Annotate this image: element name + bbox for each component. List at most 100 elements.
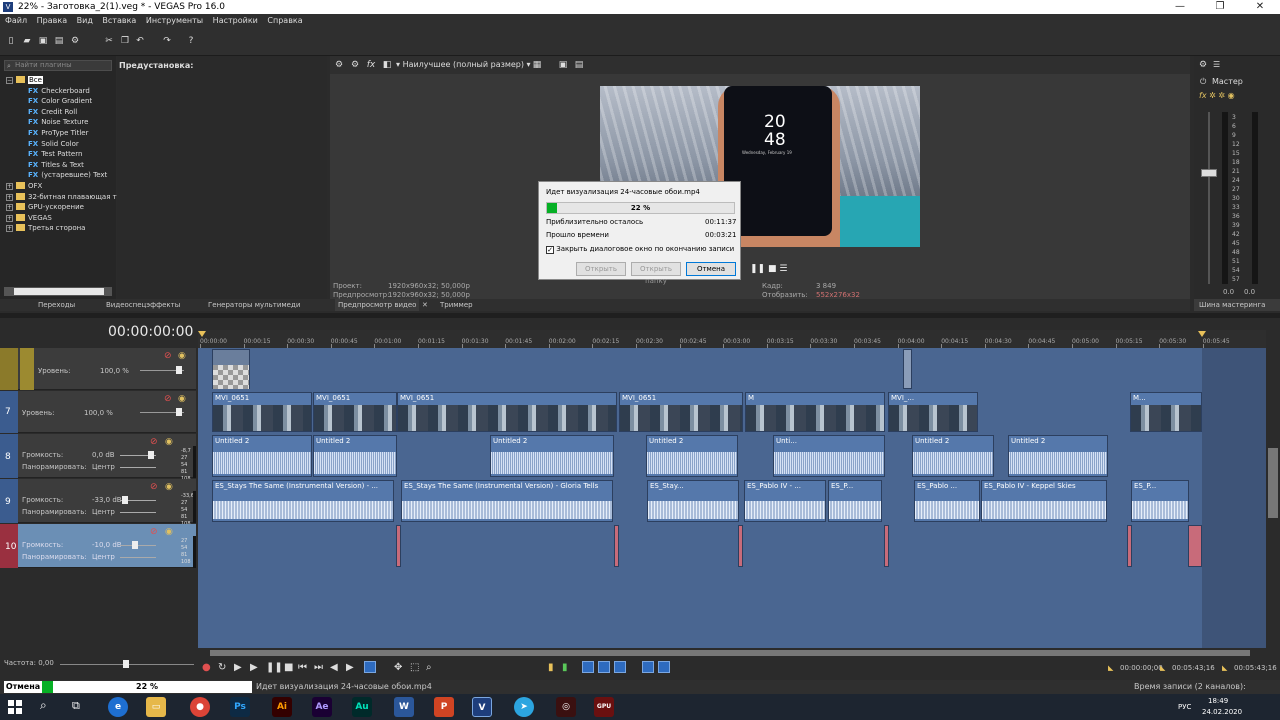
audio-clip[interactable]: Unti... <box>773 435 885 477</box>
plugin-tree-item[interactable]: FX (устаревшее) Text <box>28 170 107 180</box>
plugin-tree-item[interactable]: − Все <box>6 75 43 85</box>
tab-master-bus[interactable]: Шина мастеринга <box>1194 299 1280 311</box>
open-button[interactable]: Открыть <box>576 262 626 276</box>
plugin-tree-item[interactable]: FX Solid Color <box>28 139 79 149</box>
generator-clip-small[interactable] <box>903 349 912 389</box>
plugin-tree-item[interactable]: FX Titles & Text <box>28 160 84 170</box>
audio-clip-fragment[interactable] <box>1127 525 1132 567</box>
audio-clip-fragment[interactable] <box>396 525 401 567</box>
video-fx-icon[interactable]: fx <box>366 60 376 70</box>
go-start-icon[interactable]: ⏮ <box>298 662 307 673</box>
audio-clip-fragment[interactable] <box>738 525 743 567</box>
properties-icon[interactable]: ⚙ <box>70 36 80 46</box>
selection-tool-icon[interactable]: ⬚ <box>410 662 419 673</box>
plugin-tree-item[interactable]: FX Test Pattern <box>28 149 82 159</box>
cancel-button[interactable]: Отмена <box>686 262 736 276</box>
menu-settings[interactable]: Настройки <box>213 16 258 25</box>
track-1-slider-handle[interactable] <box>176 366 182 374</box>
snap-icon[interactable] <box>582 661 594 673</box>
audio-clip-fragment[interactable] <box>884 525 889 567</box>
track-7-mute-icon[interactable]: ⊘ <box>164 394 172 404</box>
plugin-tree-item[interactable]: + VEGAS <box>6 213 52 223</box>
task-view-icon[interactable]: ⧉ <box>72 699 80 713</box>
track-1-mute-icon[interactable]: ⊘ <box>164 351 172 361</box>
menu-insert[interactable]: Вставка <box>102 16 136 25</box>
keyboard-lang[interactable]: РУС <box>1178 703 1191 711</box>
plugin-tree-item[interactable]: + GPU-ускорение <box>6 202 84 212</box>
prev-frame-icon[interactable]: ◀ <box>330 662 338 673</box>
close-on-finish-checkbox-row[interactable]: ✓ Закрыть диалоговое окно по окончанию з… <box>546 244 734 254</box>
track-header-9[interactable]: 9 Громкость: -33,0 dB Панорамировать: Центр ⊘… <box>0 479 196 527</box>
master-fx-icon[interactable]: ☰ <box>1213 60 1220 69</box>
plugin-tree-item[interactable]: +32-битная плавающая т <box>6 192 117 202</box>
crossfade-icon[interactable] <box>642 661 654 673</box>
master-effects-icons[interactable]: fx ✲ ✲ ◉ <box>1199 91 1235 100</box>
tab-trimmer[interactable]: Триммер <box>440 299 473 311</box>
auto-ripple-icon[interactable] <box>598 661 610 673</box>
plugin-tree-item[interactable]: FX ProType Titler <box>28 128 88 138</box>
menu-file[interactable]: Файл <box>5 16 27 25</box>
plugin-tree-item[interactable]: FX Color Gradient <box>28 96 92 106</box>
expand-icon[interactable]: + <box>6 225 13 233</box>
mute-icon[interactable]: ⊘ <box>150 527 158 537</box>
audition-icon[interactable]: Au <box>352 697 372 717</box>
audio-clip[interactable]: Untitled 2 <box>212 435 312 477</box>
envelope-tool-icon[interactable]: ✥ <box>394 662 402 673</box>
copy-snapshot-icon[interactable]: ▣ <box>558 60 568 70</box>
tab-transitions[interactable]: Переходы <box>38 299 75 311</box>
marker-icon[interactable]: ▮ <box>548 662 554 673</box>
play-from-start-icon[interactable]: ▶ <box>234 662 242 673</box>
master-fader-handle[interactable] <box>1201 169 1217 177</box>
lock-envelopes-icon[interactable] <box>614 661 626 673</box>
track-header-10[interactable]: 10 Громкость: -10,0 dB Панорамировать: Центр… <box>0 524 196 568</box>
telegram-icon[interactable]: ➤ <box>514 697 534 717</box>
expand-icon[interactable]: + <box>6 193 13 201</box>
menu-icon[interactable]: ☰ <box>779 264 787 274</box>
loop-start-marker[interactable] <box>198 331 206 337</box>
plugin-tree-item[interactable]: + Третья сторона <box>6 223 85 233</box>
video-clip[interactable]: MVI_0651 <box>397 392 617 432</box>
close-preview-tab-icon[interactable]: ✕ <box>422 299 428 311</box>
maximize-button[interactable]: ❐ <box>1200 0 1240 14</box>
plugin-tree-item[interactable]: FX Checkerboard <box>28 86 90 96</box>
collapse-icon[interactable]: − <box>6 77 13 84</box>
audio-clip[interactable]: ES_Pablo ... <box>914 480 980 522</box>
preview-quality-dropdown[interactable]: ▾ Наилучшее (полный размер) ▾ <box>396 60 531 69</box>
video-clip[interactable]: MVI_0651 <box>619 392 743 432</box>
after-effects-icon[interactable]: Ae <box>312 697 332 717</box>
audio-clip[interactable]: ES_Stay... <box>647 480 739 522</box>
save-snapshot-icon[interactable]: ▤ <box>574 60 584 70</box>
tab-video-preview[interactable]: Предпросмотр видео <box>335 299 420 311</box>
audio-clip[interactable]: Untitled 2 <box>313 435 397 477</box>
generator-clip[interactable] <box>212 349 250 389</box>
track-7-solo-icon[interactable]: ◉ <box>178 394 186 404</box>
preview-settings-icon[interactable]: ⚙ <box>334 60 344 70</box>
chrome-icon[interactable]: ● <box>190 697 210 717</box>
photoshop-icon[interactable]: Ps <box>230 697 250 717</box>
search-taskbar-icon[interactable]: ⌕ <box>40 698 47 713</box>
volume-slider[interactable] <box>120 545 156 546</box>
track-header-1[interactable]: Уровень: 100,0 % ⊘ ◉ <box>0 348 196 390</box>
solo-icon[interactable]: ◉ <box>165 482 173 492</box>
minimize-button[interactable]: — <box>1160 0 1200 14</box>
solo-icon[interactable]: ◉ <box>165 437 173 447</box>
volume-slider-handle[interactable] <box>148 451 154 459</box>
plugin-search-input[interactable]: Найти плагины <box>4 60 112 71</box>
menu-edit[interactable]: Правка <box>37 16 67 25</box>
windows-start-icon[interactable] <box>8 700 22 714</box>
plugin-tree-item[interactable]: + OFX <box>6 181 42 191</box>
tab-video-fx[interactable]: Видеоспецэффекты <box>106 299 180 311</box>
audio-clip[interactable]: ES_Pablo IV - Keppel Skies <box>981 480 1107 522</box>
edge-icon[interactable]: e <box>108 697 128 717</box>
overlays-icon[interactable]: ▦ <box>532 60 542 70</box>
video-clip[interactable]: M <box>745 392 885 432</box>
illustrator-icon[interactable]: Ai <box>272 697 292 717</box>
plugin-tree-item[interactable]: FX Noise Texture <box>28 117 88 127</box>
pause-icon[interactable]: ❚❚ <box>750 264 765 274</box>
undo-icon[interactable]: ↶ <box>135 36 145 46</box>
audio-clip-fragment[interactable] <box>614 525 619 567</box>
play-icon[interactable]: ▶ <box>250 662 258 673</box>
video-clip[interactable]: MVI_0651 <box>212 392 312 432</box>
menu-help[interactable]: Справка <box>267 16 302 25</box>
status-cancel-button[interactable]: Отмена <box>4 681 42 693</box>
